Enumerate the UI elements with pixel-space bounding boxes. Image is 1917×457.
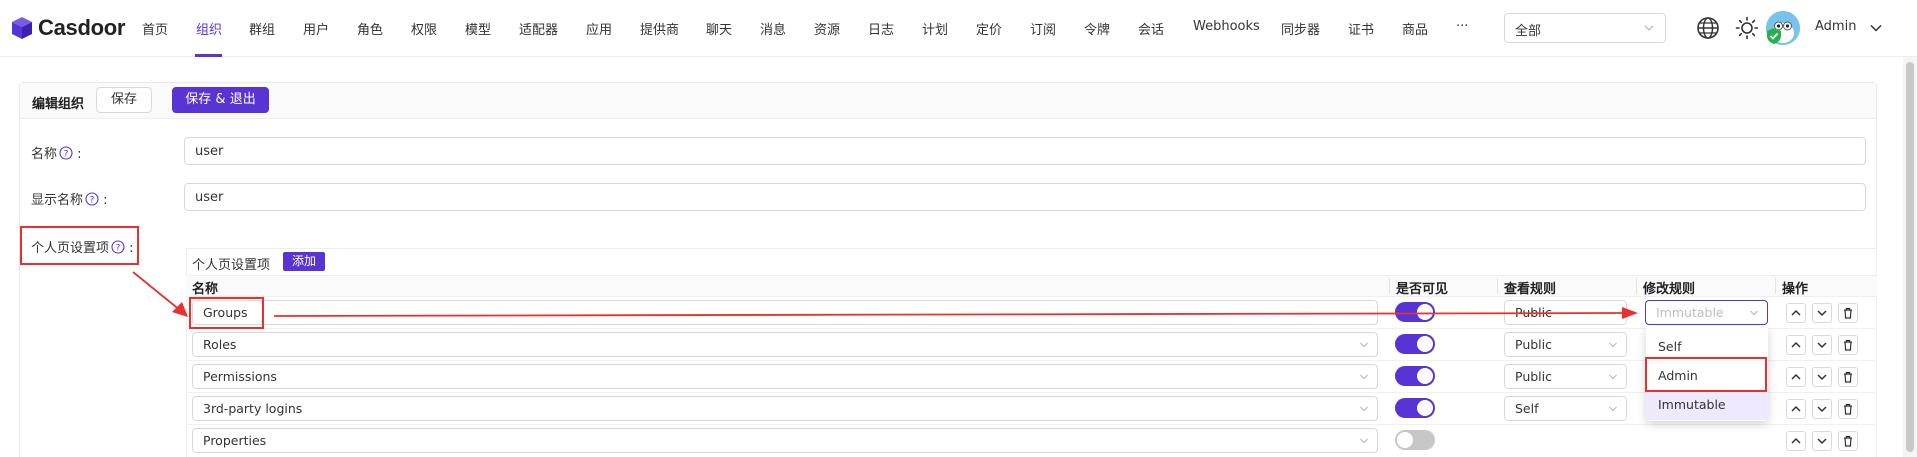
annotation-arrows xyxy=(132,271,1638,319)
annotation-arrow-to-modify-rule xyxy=(273,307,1638,319)
annotation-arrow-to-groups xyxy=(132,271,188,317)
